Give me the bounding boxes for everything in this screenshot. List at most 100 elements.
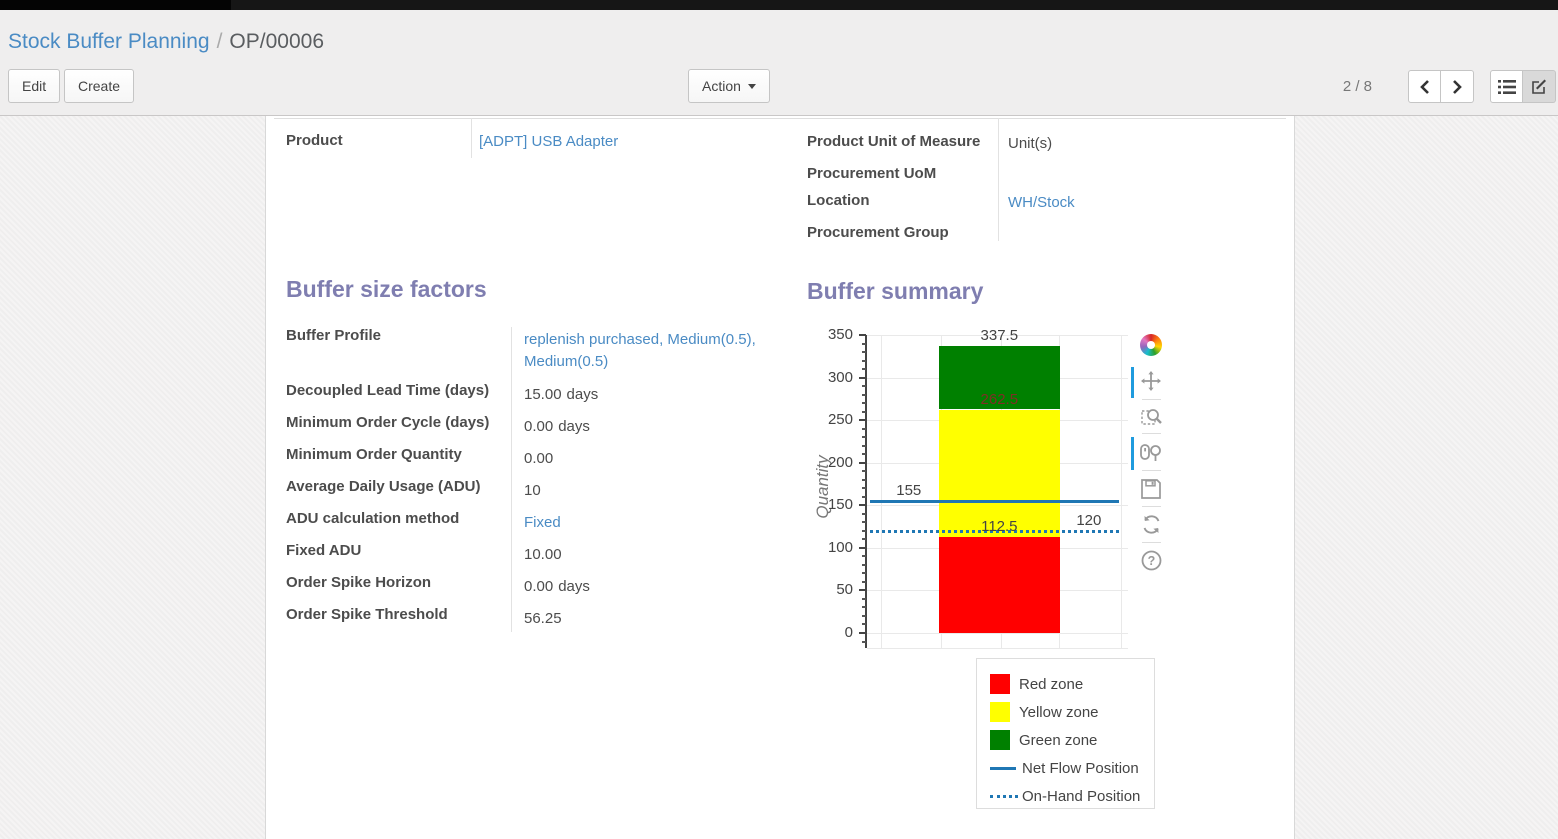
factor-value-text: 0.00: [524, 450, 553, 467]
y-tick-label: 300: [801, 369, 853, 386]
pan-icon[interactable]: [1140, 370, 1162, 392]
factor-value-text[interactable]: replenish purchased, Medium(0.5), Medium…: [524, 331, 756, 370]
minor-tick: [862, 641, 866, 643]
action-dropdown-button[interactable]: Action: [688, 69, 770, 103]
minor-tick: [862, 538, 866, 540]
factor-value: 0.00days: [524, 416, 784, 438]
breadcrumb: Stock Buffer Planning / OP/00006: [8, 30, 324, 54]
net-flow-position-line: [870, 500, 1119, 503]
factor-label: Buffer Profile: [286, 327, 506, 344]
minor-tick: [862, 598, 866, 600]
minor-tick: [862, 428, 866, 430]
chart-annotation: 262.5: [957, 392, 1041, 408]
factor-label: Minimum Order Quantity: [286, 446, 506, 463]
major-tick: [859, 632, 866, 634]
factor-value: 0.00: [524, 448, 784, 470]
factor-label: Decoupled Lead Time (days): [286, 382, 506, 399]
chevron-down-icon: [748, 84, 756, 89]
form-view-button[interactable]: [1523, 70, 1556, 103]
major-tick: [859, 547, 866, 549]
chevron-right-icon: [1450, 79, 1464, 95]
reset-axes-icon[interactable]: [1140, 513, 1162, 535]
location-label: Location: [807, 192, 870, 209]
dotted-line-swatch: [990, 795, 1018, 798]
factor-value-text[interactable]: Fixed: [524, 514, 561, 531]
column-separator: [998, 118, 999, 241]
pager-previous-button[interactable]: [1408, 70, 1441, 103]
factor-label: ADU calculation method: [286, 510, 506, 527]
factor-value[interactable]: replenish purchased, Medium(0.5), Medium…: [524, 329, 784, 373]
column-separator: [471, 118, 472, 158]
legend-label: Yellow zone: [1019, 704, 1099, 721]
breadcrumb-link-stock-buffer-planning[interactable]: Stock Buffer Planning: [8, 30, 210, 53]
factor-value-text: 10: [524, 482, 541, 499]
factor-value[interactable]: Fixed: [524, 512, 784, 534]
save-image-icon[interactable]: [1140, 478, 1162, 500]
product-uom-value: Unit(s): [1008, 135, 1052, 152]
control-panel: Edit Create Action 2 / 8: [0, 59, 1558, 116]
minor-tick: [862, 623, 866, 625]
svg-text:?: ?: [1147, 554, 1155, 568]
location-value[interactable]: WH/Stock: [1008, 194, 1075, 211]
minor-tick: [862, 564, 866, 566]
major-tick: [859, 504, 866, 506]
y-tick-label: 250: [801, 411, 853, 428]
buffer-summary-chart[interactable]: Quantity 050100150200250300350337.5262.5…: [801, 325, 1171, 660]
edit-button[interactable]: Edit: [8, 69, 60, 103]
legend-label: On-Hand Position: [1022, 788, 1140, 805]
product-field-value[interactable]: [ADPT] USB Adapter: [479, 133, 618, 150]
legend-item-yellow-zone[interactable]: Yellow zone: [977, 698, 1154, 726]
minor-tick: [862, 496, 866, 498]
minor-tick: [862, 368, 866, 370]
list-view-button[interactable]: [1490, 70, 1523, 103]
gridline-h: [867, 633, 1128, 634]
procurement-uom-label: Procurement UoM: [807, 165, 936, 182]
y-tick-label: 0: [801, 624, 853, 641]
factors-column-separator: [511, 327, 512, 632]
plotly-logo-icon[interactable]: [1140, 334, 1162, 356]
minor-tick: [862, 411, 866, 413]
minor-tick: [862, 445, 866, 447]
factor-value-text: 56.25: [524, 610, 562, 627]
factor-label: Order Spike Threshold: [286, 606, 506, 623]
legend-item-on-hand-position[interactable]: On-Hand Position: [977, 782, 1154, 810]
factor-label: Average Daily Usage (ADU): [286, 478, 506, 495]
legend-item-green-zone[interactable]: Green zone: [977, 726, 1154, 754]
red-zone-swatch: [990, 674, 1010, 694]
factor-label: Fixed ADU: [286, 542, 506, 559]
minor-tick: [862, 402, 866, 404]
major-tick: [859, 589, 866, 591]
factor-unit: days: [558, 578, 590, 595]
chevron-left-icon: [1418, 79, 1432, 95]
minor-tick: [862, 360, 866, 362]
product-uom-label: Product Unit of Measure: [807, 133, 980, 150]
factor-value-text: 0.00: [524, 418, 553, 435]
legend-item-red-zone[interactable]: Red zone: [977, 670, 1154, 698]
chart-legend: Red zone Yellow zone Green zone Net Flow Po…: [976, 658, 1155, 809]
minor-tick: [862, 343, 866, 345]
legend-label: Green zone: [1019, 732, 1097, 749]
create-button[interactable]: Create: [64, 69, 134, 103]
modebar-group-indicator: [1131, 367, 1134, 398]
red-zone-bar[interactable]: [939, 537, 1060, 633]
factor-unit: days: [567, 386, 599, 403]
breadcrumb-current: OP/00006: [229, 30, 324, 53]
box-zoom-icon[interactable]: [1140, 406, 1162, 428]
app-menu-region[interactable]: [0, 0, 231, 10]
procurement-group-label: Procurement Group: [807, 224, 949, 241]
minor-tick: [862, 470, 866, 472]
action-label: Action: [702, 78, 741, 94]
pager-next-button[interactable]: [1441, 70, 1474, 103]
breadcrumb-separator: /: [217, 30, 223, 53]
chart-annotation: 120: [1047, 513, 1131, 529]
minor-tick: [862, 385, 866, 387]
major-tick: [859, 377, 866, 379]
legend-item-net-flow-position[interactable]: Net Flow Position: [977, 754, 1154, 782]
minor-tick: [862, 615, 866, 617]
zoom-in-out-icon[interactable]: [1140, 442, 1162, 464]
major-tick: [859, 419, 866, 421]
view-switcher: [1490, 70, 1556, 103]
buffer-size-factors-heading: Buffer size factors: [286, 276, 487, 303]
y-tick-label: 200: [801, 454, 853, 471]
help-icon[interactable]: ?: [1140, 549, 1162, 571]
